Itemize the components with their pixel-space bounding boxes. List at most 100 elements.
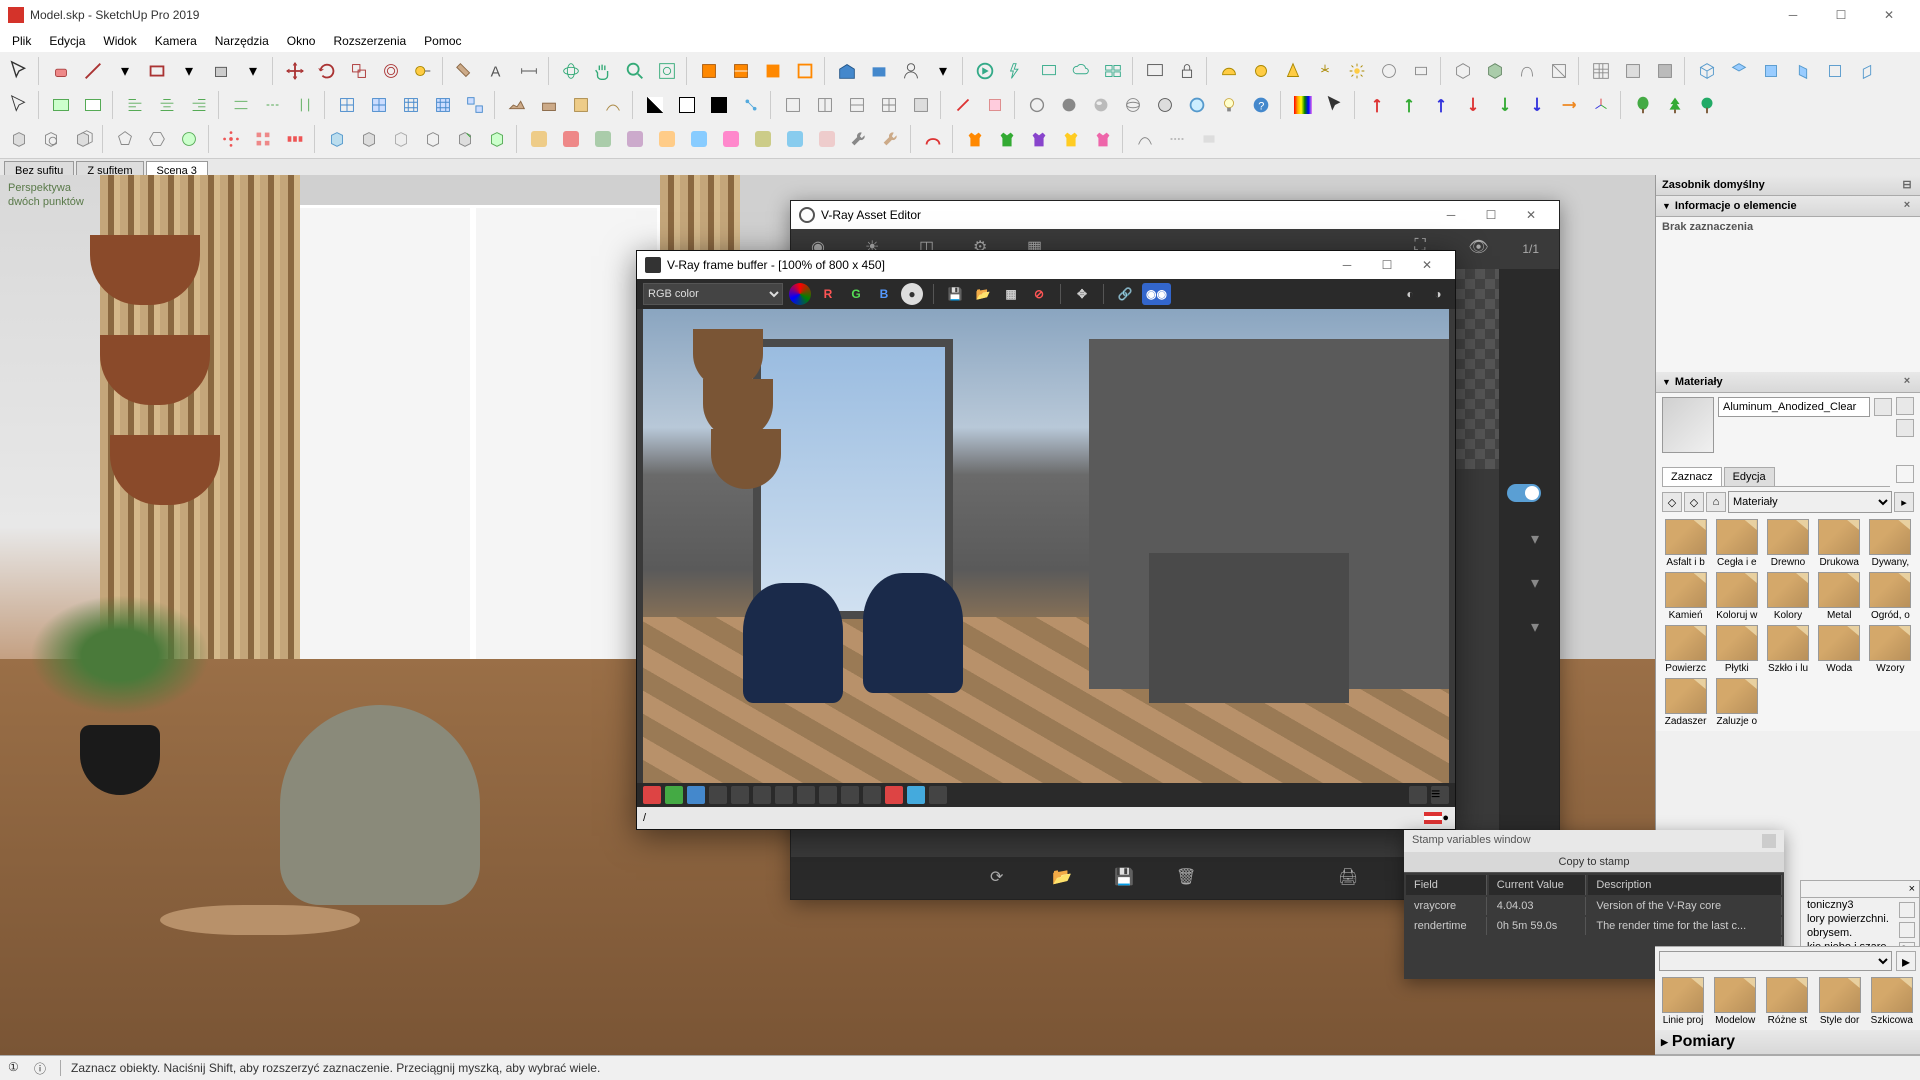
vfb-clear-icon[interactable]: ▦	[1000, 283, 1022, 305]
material-folder[interactable]: Żaluzje o	[1713, 678, 1760, 727]
material-folder[interactable]: Drewno	[1764, 519, 1811, 568]
vfb-btool-10[interactable]	[841, 786, 859, 804]
stamp-col-desc[interactable]: Description	[1588, 875, 1782, 895]
solid-union[interactable]	[68, 124, 98, 154]
eraser-tool[interactable]	[46, 56, 76, 86]
materials-category-select[interactable]: Materiały	[1728, 491, 1892, 513]
tree-3-icon[interactable]	[1692, 90, 1722, 120]
vae-toggle-switch[interactable]	[1507, 484, 1541, 502]
vray-cloud-button[interactable]	[1066, 56, 1096, 86]
array-radial[interactable]	[216, 124, 246, 154]
vray-batch-button[interactable]	[1098, 56, 1128, 86]
vray-sphere-light[interactable]	[1246, 56, 1276, 86]
layout-1[interactable]	[778, 90, 808, 120]
vray-omni-light[interactable]	[1342, 56, 1372, 86]
vfb-btool-4[interactable]	[709, 786, 727, 804]
menu-view[interactable]: Widok	[95, 32, 144, 50]
stamp-close-icon[interactable]	[1762, 834, 1776, 848]
menu-help[interactable]: Pomoc	[416, 32, 469, 50]
style-folder[interactable]: Różne st	[1763, 977, 1811, 1026]
vae-delete-icon[interactable]: 🗑	[1176, 867, 1198, 889]
edit-tool-red[interactable]	[948, 90, 978, 120]
vfb-btool-5[interactable]	[731, 786, 749, 804]
vfb-green-channel[interactable]: G	[845, 283, 867, 305]
vfb-btool-11[interactable]	[863, 786, 881, 804]
styles-menu-icon[interactable]: ▸	[1896, 951, 1916, 971]
materials-close-icon[interactable]: ×	[1900, 375, 1914, 389]
section-cut-tool[interactable]	[790, 56, 820, 86]
layout-2[interactable]	[810, 90, 840, 120]
vfb-btool-12[interactable]	[885, 786, 903, 804]
vfb-channel-select[interactable]: RGB color	[643, 283, 783, 305]
window-maximize-button[interactable]: ☐	[1818, 0, 1864, 30]
vfb-maximize-button[interactable]: ☐	[1367, 251, 1407, 279]
window-close-button[interactable]: ✕	[1866, 0, 1912, 30]
shirt-green-icon[interactable]	[992, 124, 1022, 154]
section-fill-tool[interactable]	[758, 56, 788, 86]
paint-tool[interactable]	[450, 56, 480, 86]
style-update-icon[interactable]	[1899, 922, 1915, 938]
pomiary-header[interactable]: ▶ Pomiary	[1655, 1030, 1920, 1055]
material-folder[interactable]: Wzory	[1867, 625, 1914, 674]
materials-tab-edit[interactable]: Edycja	[1724, 467, 1775, 486]
style-display-icon[interactable]	[1899, 902, 1915, 918]
path-tool-2[interactable]	[1162, 124, 1192, 154]
misc-8[interactable]	[748, 124, 778, 154]
orbit-tool[interactable]	[556, 56, 586, 86]
right-view-button[interactable]	[1788, 56, 1818, 86]
vae-print-icon[interactable]: 🖨	[1338, 867, 1360, 889]
shirt-purple-icon[interactable]	[1024, 124, 1054, 154]
shirt-orange-icon[interactable]	[960, 124, 990, 154]
vae-chevron-3-icon[interactable]: ▾	[1531, 617, 1547, 633]
tray-pin-icon[interactable]: ⊟	[1900, 178, 1914, 192]
layout-5[interactable]	[906, 90, 936, 120]
shape-pentagon[interactable]	[110, 124, 140, 154]
wrench-1[interactable]	[844, 124, 874, 154]
wrench-2[interactable]	[876, 124, 906, 154]
misc-10[interactable]	[812, 124, 842, 154]
vray-lock-button[interactable]	[1172, 56, 1202, 86]
iso-view-button[interactable]	[1692, 56, 1722, 86]
material-folder[interactable]: Zadaszer	[1662, 678, 1709, 727]
vfb-btool-13[interactable]	[907, 786, 925, 804]
material-name-input[interactable]	[1718, 397, 1870, 417]
axis-red-up[interactable]	[1362, 90, 1392, 120]
vae-close-button[interactable]: ✕	[1511, 201, 1551, 229]
cube-add[interactable]	[482, 124, 512, 154]
dist-1[interactable]	[226, 90, 256, 120]
vray-spot-light[interactable]	[1278, 56, 1308, 86]
material-folder[interactable]: Kolory	[1764, 572, 1811, 621]
materials-nav-back[interactable]: ◇	[1662, 492, 1682, 512]
pushpull-tool[interactable]	[206, 56, 236, 86]
align-right[interactable]	[184, 90, 214, 120]
pan-tool[interactable]	[588, 56, 618, 86]
misc-7[interactable]	[716, 124, 746, 154]
toggle-1[interactable]	[46, 90, 76, 120]
misc-5[interactable]	[652, 124, 682, 154]
grid-tool-1[interactable]	[332, 90, 362, 120]
move-tool[interactable]	[280, 56, 310, 86]
cube-4[interactable]	[418, 124, 448, 154]
vray-dome-light[interactable]	[1214, 56, 1244, 86]
array-grid[interactable]	[248, 124, 278, 154]
vfb-btool-expand[interactable]: ≡	[1431, 786, 1449, 804]
stamp-row[interactable]: rendertime 0h 5m 59.0s The render time f…	[1406, 917, 1782, 935]
vfb-cc-icon[interactable]: ◑	[1427, 283, 1449, 305]
user-dropdown[interactable]: ▾	[928, 56, 958, 86]
vfb-render-view[interactable]	[643, 309, 1449, 783]
material-default-icon[interactable]	[1896, 419, 1914, 437]
vray-uv-tool-2[interactable]	[1618, 56, 1648, 86]
misc-9[interactable]	[780, 124, 810, 154]
axis-orange[interactable]	[1554, 90, 1584, 120]
vray-viewport-render[interactable]	[1034, 56, 1064, 86]
vray-render-button[interactable]	[970, 56, 1000, 86]
sandbox-3[interactable]	[566, 90, 596, 120]
misc-6[interactable]	[684, 124, 714, 154]
vfb-save-icon[interactable]: 💾	[944, 283, 966, 305]
style-folder[interactable]: Linie proj	[1659, 977, 1707, 1026]
vfb-btool-6[interactable]	[753, 786, 771, 804]
vfb-load-icon[interactable]: 📂	[972, 283, 994, 305]
material-sample-icon[interactable]	[1896, 397, 1914, 415]
entity-info-close-icon[interactable]: ×	[1900, 199, 1914, 213]
misc-4[interactable]	[620, 124, 650, 154]
